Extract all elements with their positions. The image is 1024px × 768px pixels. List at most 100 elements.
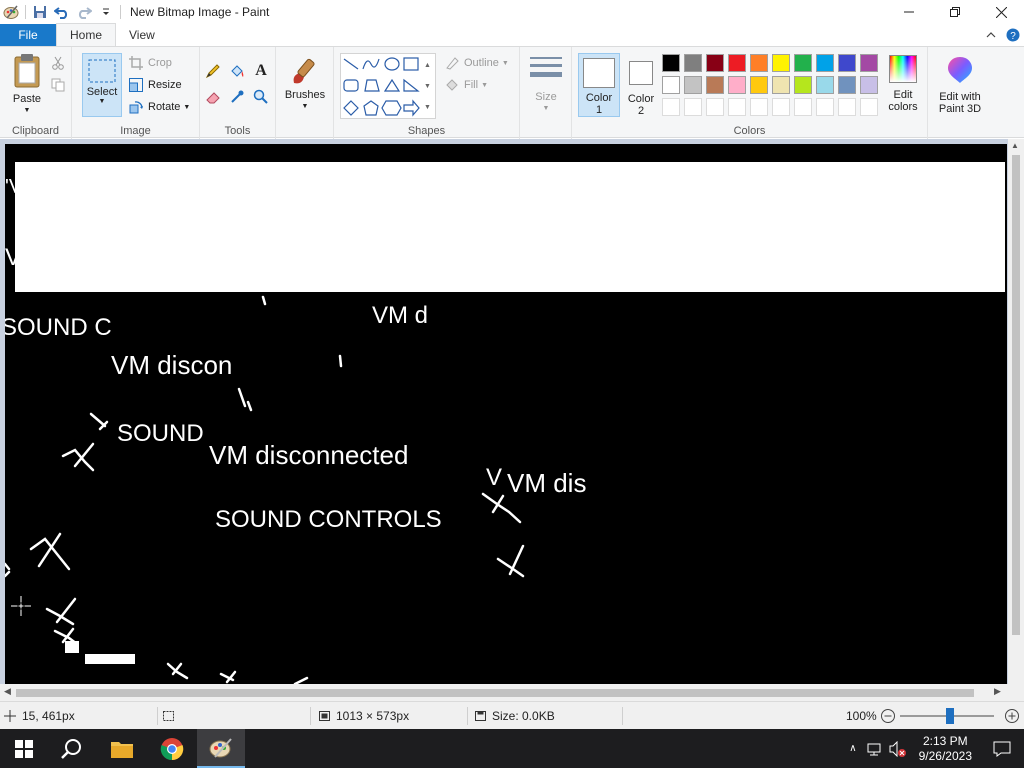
color-swatch[interactable]	[706, 54, 724, 72]
collapse-ribbon-icon[interactable]	[980, 24, 1002, 46]
horizontal-scroll-thumb[interactable]	[16, 689, 974, 697]
color-picker-tool[interactable]	[229, 87, 249, 107]
fill-button[interactable]: Fill ▼	[444, 75, 488, 95]
horizontal-scrollbar[interactable]: ◀ ▶	[0, 684, 1008, 701]
color-swatch[interactable]	[772, 54, 790, 72]
color-swatch[interactable]	[728, 54, 746, 72]
minimize-button[interactable]	[886, 0, 932, 24]
select-button[interactable]: Select ▼	[82, 53, 122, 117]
eraser-tool[interactable]	[205, 87, 225, 107]
fill-tool[interactable]	[229, 61, 249, 81]
color-swatch[interactable]	[794, 98, 812, 116]
resize-button[interactable]: Resize	[128, 75, 182, 95]
color-swatch[interactable]	[728, 98, 746, 116]
redo-icon[interactable]	[73, 1, 95, 23]
save-icon[interactable]	[29, 1, 51, 23]
size-button[interactable]: Size ▼	[526, 55, 566, 115]
color-swatch[interactable]	[772, 76, 790, 94]
color-swatch[interactable]	[838, 54, 856, 72]
chevron-up-icon[interactable]: ∧	[849, 743, 856, 754]
color-swatch[interactable]	[684, 54, 702, 72]
divider	[622, 707, 623, 725]
outline-button[interactable]: Outline ▼	[444, 53, 509, 73]
color-swatch[interactable]	[794, 76, 812, 94]
color-swatch[interactable]	[816, 54, 834, 72]
canvas-text: VM dis	[507, 468, 587, 498]
color-swatch[interactable]	[838, 98, 856, 116]
start-button[interactable]	[0, 729, 48, 768]
file-explorer-button[interactable]	[98, 729, 146, 768]
scroll-right-icon[interactable]: ▶	[994, 686, 1001, 697]
color-swatch[interactable]	[706, 98, 724, 116]
paint-icon	[209, 737, 232, 758]
tab-home[interactable]: Home	[56, 23, 117, 46]
tab-view[interactable]: View	[116, 24, 168, 46]
notifications-button[interactable]	[980, 729, 1024, 768]
color-swatch[interactable]	[684, 98, 702, 116]
color-swatch[interactable]	[706, 76, 724, 94]
network-icon[interactable]	[867, 742, 883, 756]
zoom-in-button[interactable]	[1004, 702, 1020, 730]
brushes-button[interactable]: Brushes ▼	[282, 55, 328, 113]
zoom-slider-thumb[interactable]	[946, 708, 954, 724]
quick-access-toolbar	[0, 0, 124, 24]
pencil-tool[interactable]	[205, 61, 225, 81]
paint-app-icon[interactable]	[0, 1, 22, 23]
paste-button[interactable]: Paste ▼	[8, 53, 46, 117]
zoom-slider[interactable]	[900, 702, 994, 730]
color-swatch[interactable]	[750, 54, 768, 72]
customize-quick-access-icon[interactable]	[95, 1, 117, 23]
drawing-canvas[interactable]: 'V VI VM dis VM d SOUND C VM discon SOUN…	[5, 144, 1007, 684]
edit-colors-line2: colors	[888, 101, 918, 113]
color-swatch[interactable]	[662, 54, 680, 72]
disk-icon	[475, 711, 486, 721]
edit-with-paint3d-button[interactable]: Edit with Paint 3D	[934, 55, 986, 115]
color-swatch[interactable]	[728, 76, 746, 94]
copy-button[interactable]	[50, 75, 70, 95]
chrome-icon	[160, 737, 184, 760]
search-button[interactable]	[48, 729, 96, 768]
volume-muted-icon[interactable]	[889, 740, 907, 757]
color-swatch[interactable]	[816, 76, 834, 94]
taskbar: ∧ 2:13 PM 9/26/2023	[0, 729, 1024, 768]
cut-button[interactable]	[50, 53, 70, 73]
color-swatch[interactable]	[794, 54, 812, 72]
canvas-workspace: 'V VI VM dis VM d SOUND C VM discon SOUN…	[0, 139, 1024, 684]
color-swatch[interactable]	[838, 76, 856, 94]
color-swatch[interactable]	[750, 76, 768, 94]
crop-label: Crop	[148, 57, 172, 69]
color-swatch[interactable]	[750, 98, 768, 116]
magnifier-tool[interactable]	[253, 87, 273, 107]
rotate-button[interactable]: Rotate ▼	[128, 97, 190, 117]
crop-button[interactable]: Crop	[128, 53, 172, 73]
color-swatch[interactable]	[816, 98, 834, 116]
shapes-scroll[interactable]: ▲ ▼ ▼	[424, 55, 431, 118]
shapes-gallery[interactable]	[340, 53, 436, 119]
color-swatch[interactable]	[662, 76, 680, 94]
vertical-scroll-thumb[interactable]	[1012, 155, 1020, 635]
color-swatch[interactable]	[860, 98, 878, 116]
chrome-button[interactable]	[148, 729, 196, 768]
vertical-scrollbar[interactable]: ▲	[1008, 139, 1024, 684]
zoom-out-button[interactable]	[880, 702, 896, 730]
text-tool[interactable]: A	[253, 61, 273, 81]
scroll-left-icon[interactable]: ◀	[4, 686, 11, 697]
clock[interactable]: 2:13 PM 9/26/2023	[919, 734, 972, 764]
color-swatch[interactable]	[860, 54, 878, 72]
edit-colors-button[interactable]: Edit colors	[882, 55, 924, 113]
color-swatch[interactable]	[684, 76, 702, 94]
color-swatch[interactable]	[662, 98, 680, 116]
scroll-up-icon[interactable]: ▲	[1011, 141, 1019, 150]
tab-file[interactable]: File	[0, 24, 56, 46]
color-swatch[interactable]	[772, 98, 790, 116]
zoom-level-text: 100%	[846, 709, 877, 723]
close-button[interactable]	[978, 0, 1024, 24]
clock-time: 2:13 PM	[922, 733, 968, 748]
eraser-icon	[205, 89, 221, 105]
window-title: New Bitmap Image - Paint	[130, 5, 270, 19]
undo-icon[interactable]	[51, 1, 73, 23]
help-icon[interactable]: ?	[1002, 24, 1024, 46]
paint-taskbar-button[interactable]	[197, 729, 245, 768]
color-swatch[interactable]	[860, 76, 878, 94]
restore-button[interactable]	[932, 0, 978, 24]
